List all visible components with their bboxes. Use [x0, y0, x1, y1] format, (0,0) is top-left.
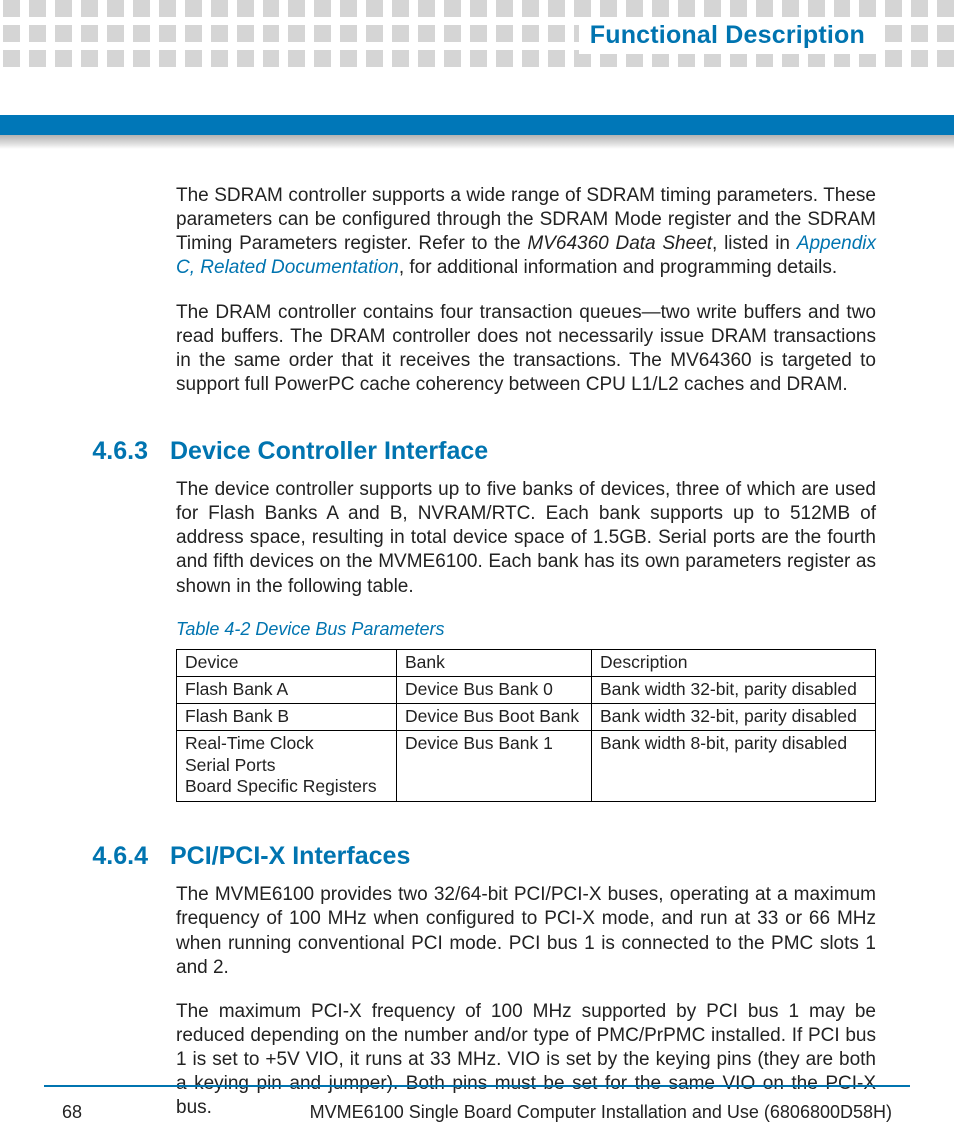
text: , for additional information and program… — [399, 257, 837, 278]
table-row: Flash Bank B Device Bus Boot Bank Bank w… — [177, 703, 876, 730]
header-blue-bar — [0, 115, 954, 135]
cell-desc: Bank width 32-bit, parity disabled — [592, 676, 876, 703]
footer: 68 MVME6100 Single Board Computer Instal… — [62, 1102, 892, 1123]
section-title: Device Controller Interface — [170, 437, 488, 466]
paragraph: The DRAM controller contains four transa… — [176, 301, 876, 398]
section-number: 4.6.3 — [90, 437, 148, 466]
col-device: Device — [177, 649, 397, 676]
page-body: The SDRAM controller supports a wide ran… — [176, 184, 876, 1140]
cell-device: Flash Bank A — [177, 676, 397, 703]
section-number: 4.6.4 — [90, 842, 148, 871]
cell-bank: Device Bus Boot Bank — [397, 703, 592, 730]
chapter-title: Functional Description — [579, 17, 876, 54]
cell-bank: Device Bus Bank 0 — [397, 676, 592, 703]
section-heading: 4.6.3 Device Controller Interface — [176, 437, 876, 466]
table-row: Flash Bank A Device Bus Bank 0 Bank widt… — [177, 676, 876, 703]
text: , listed in — [712, 233, 797, 254]
device-bus-parameters-table: Device Bank Description Flash Bank A Dev… — [176, 649, 876, 803]
table-row: Real-Time Clock Serial Ports Board Speci… — [177, 730, 876, 802]
col-bank: Bank — [397, 649, 592, 676]
col-description: Description — [592, 649, 876, 676]
header-shadow — [0, 135, 954, 149]
cell-desc: Bank width 32-bit, parity disabled — [592, 703, 876, 730]
page-number: 68 — [62, 1102, 82, 1123]
table-caption: Table 4-2 Device Bus Parameters — [176, 619, 876, 640]
footer-divider — [44, 1085, 910, 1087]
paragraph: The device controller supports up to fiv… — [176, 478, 876, 599]
document-reference: MV64360 Data Sheet — [527, 233, 712, 254]
paragraph: The SDRAM controller supports a wide ran… — [176, 184, 876, 281]
document-title: MVME6100 Single Board Computer Installat… — [310, 1102, 892, 1123]
header-decoration: Functional Description — [0, 0, 954, 76]
section-heading: 4.6.4 PCI/PCI-X Interfaces — [176, 842, 876, 871]
cell-bank: Device Bus Bank 1 — [397, 730, 592, 802]
paragraph: The MVME6100 provides two 32/64-bit PCI/… — [176, 883, 876, 980]
cell-device: Real-Time Clock Serial Ports Board Speci… — [177, 730, 397, 802]
cell-device: Flash Bank B — [177, 703, 397, 730]
table-header-row: Device Bank Description — [177, 649, 876, 676]
cell-desc: Bank width 8-bit, parity disabled — [592, 730, 876, 802]
section-title: PCI/PCI-X Interfaces — [170, 842, 410, 871]
